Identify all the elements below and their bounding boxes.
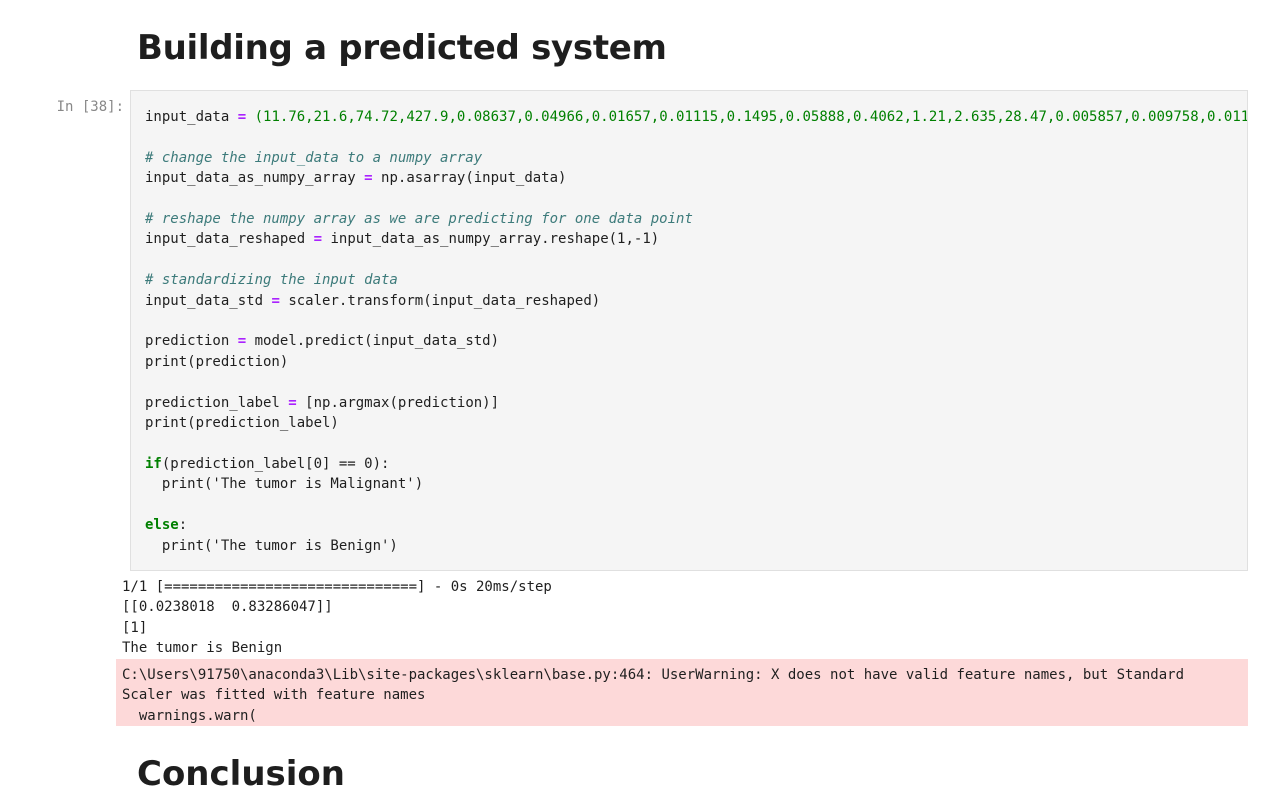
code-expr: input_data_as_numpy_array.reshape(1,-1) (330, 231, 660, 248)
code-expr: [np.argmax(prediction)] (305, 394, 500, 411)
code-expr: np.asarray(input_data) (381, 170, 567, 187)
code-var: input_data (145, 109, 230, 125)
output-progress: 1/1 [==============================] - 0… (122, 579, 552, 595)
next-section-heading: Conclusion (137, 754, 345, 794)
code-var: input_data_as_numpy_array (145, 170, 356, 187)
code-cell-input[interactable]: input_data = (11.76,21.6,74.72,427.9,0.0… (130, 90, 1248, 571)
code-line: print(prediction) (145, 353, 289, 370)
code-line: print(prediction_label) (145, 415, 339, 432)
code-editor[interactable]: input_data = (11.76,21.6,74.72,427.9,0.0… (145, 107, 1247, 556)
stderr-line: warnings.warn( (122, 707, 257, 724)
cell-prompt: In [38]: (56, 99, 124, 115)
stderr-line: C:\Users\91750\anaconda3\Lib\site-packag… (122, 667, 1185, 683)
code-expr: model.predict(input_data_std) (254, 333, 500, 350)
code-condition: (prediction_label[0] == 0): (161, 455, 390, 472)
code-print-malignant: print('The tumor is Malignant') (161, 476, 424, 493)
section-heading: Building a predicted system (137, 28, 667, 68)
code-keyword-if: if (145, 455, 162, 472)
code-comment: # reshape the numpy array as we are pred… (145, 211, 693, 228)
stderr-line: Scaler was fitted with feature names (122, 687, 426, 704)
code-print-benign: print('The tumor is Benign') (161, 537, 398, 554)
code-comment: # change the input_data to a numpy array (145, 149, 483, 166)
output-label: [1] (122, 619, 148, 636)
output-result: The tumor is Benign (122, 640, 283, 657)
code-var: prediction (145, 333, 230, 350)
stderr-output: C:\Users\91750\anaconda3\Lib\site-packag… (116, 659, 1248, 726)
code-comment: # standardizing the input data (145, 272, 398, 289)
code-expr: scaler.transform(input_data_reshaped) (288, 292, 601, 309)
code-var: prediction_label (145, 394, 280, 411)
cell-output: 1/1 [==============================] - 0… (122, 577, 552, 659)
code-var: input_data_std (145, 292, 264, 309)
output-prediction: [[0.0238018 0.83286047]] (122, 599, 333, 616)
code-keyword-else: else (145, 517, 179, 534)
code-var: input_data_reshaped (145, 231, 306, 248)
code-input-values: (11.76,21.6,74.72,427.9,0.08637,0.04966,… (254, 109, 1247, 125)
